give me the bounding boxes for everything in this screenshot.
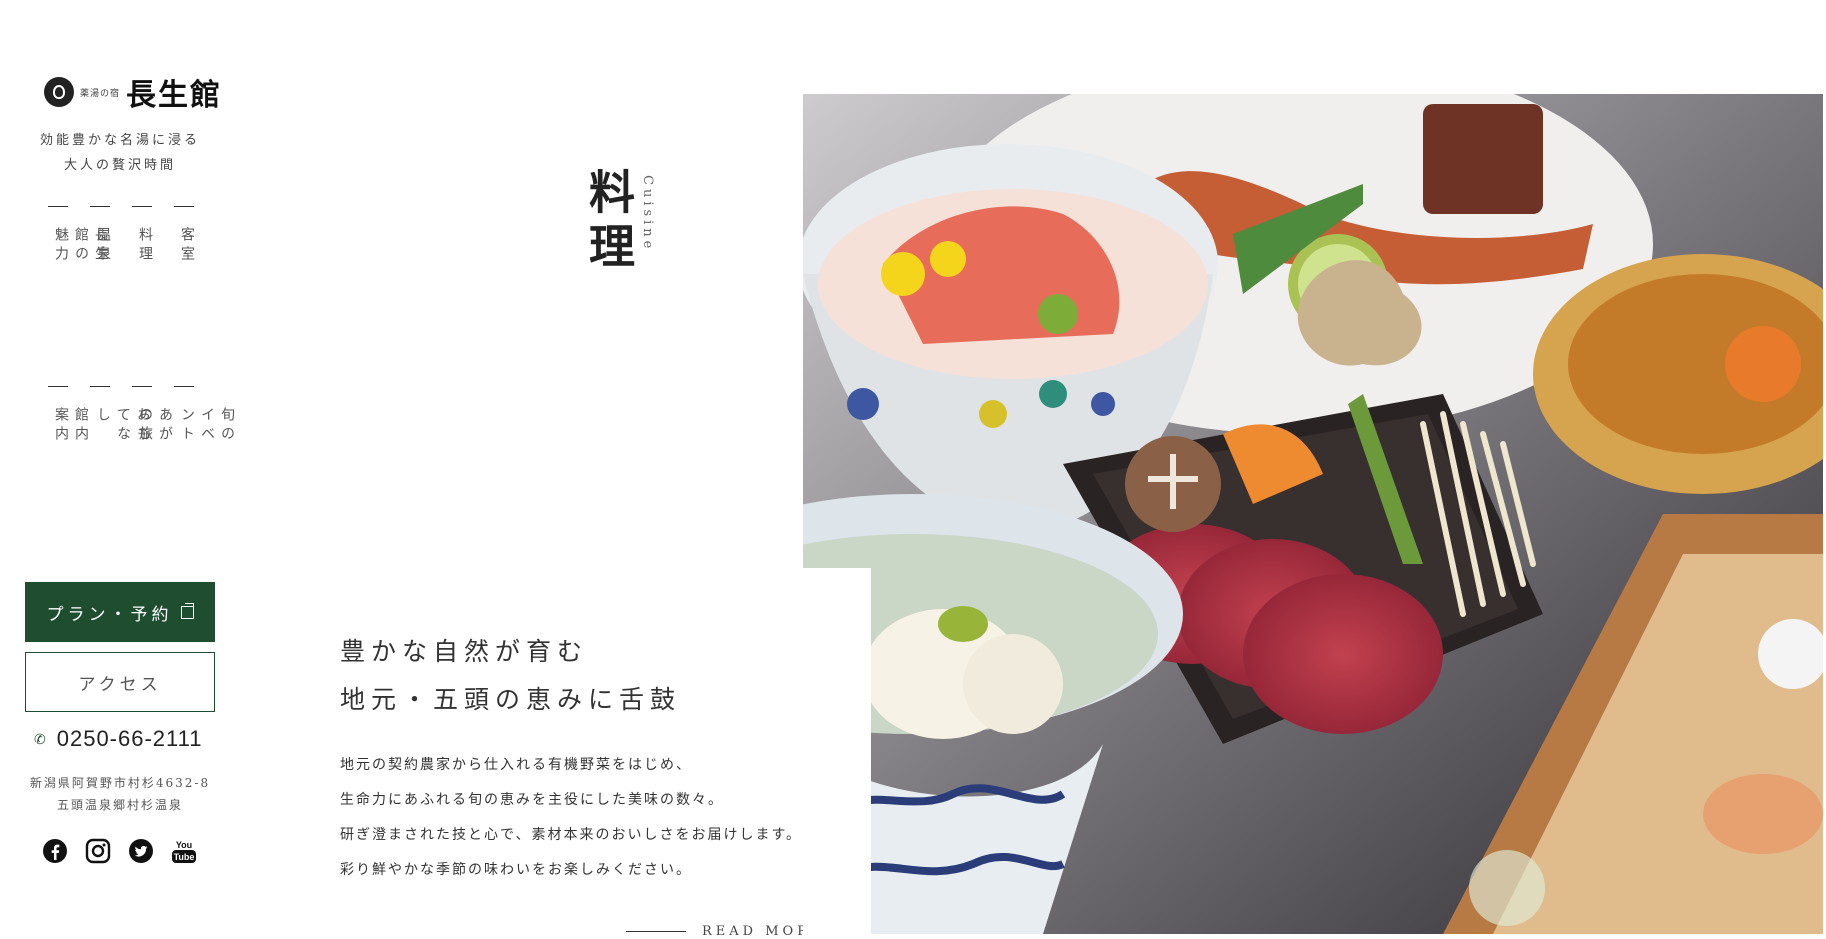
nav-line bbox=[48, 386, 68, 387]
read-more-line bbox=[626, 931, 686, 932]
nav-item-charm[interactable]: 長生館の魅力 bbox=[48, 206, 109, 265]
nav-item-events[interactable]: 旬のイベント bbox=[174, 386, 235, 445]
nav-line bbox=[174, 206, 194, 207]
tagline: 効能豊かな名湯に浸る 大人の贅沢時間 bbox=[0, 128, 240, 178]
photo-cutout bbox=[803, 568, 871, 938]
nav-line bbox=[132, 206, 152, 207]
logo-name: 長生館 bbox=[126, 78, 223, 113]
nav-line bbox=[132, 386, 152, 387]
logo-mark-icon bbox=[44, 77, 74, 107]
nav-line bbox=[90, 206, 110, 207]
nav-item-hospitality[interactable]: おもてなし bbox=[90, 386, 151, 445]
body-line: 地元の契約農家から仕入れる有機野菜をはじめ、 bbox=[340, 757, 692, 773]
tagline-line1: 効能豊かな名湯に浸る bbox=[39, 133, 200, 148]
section-subtitle: Cuisine bbox=[640, 175, 655, 253]
read-more-link[interactable]: READ MORE bbox=[626, 924, 824, 939]
address-line2: 五頭温泉郷村杉温泉 bbox=[56, 798, 183, 812]
nav-line bbox=[174, 386, 194, 387]
plan-reservation-label: プラン・予約 bbox=[46, 604, 173, 625]
catch-line1: 豊かな自然が育む bbox=[340, 637, 589, 666]
nav-label: 旬のイベント bbox=[179, 407, 235, 445]
instagram-icon[interactable] bbox=[85, 838, 111, 864]
plan-reservation-button[interactable]: プラン・予約 bbox=[25, 582, 215, 642]
address-line1: 新潟県阿賀野市村杉4632-8 bbox=[29, 776, 211, 790]
nav-label: 料理 bbox=[137, 227, 153, 265]
twitter-icon[interactable] bbox=[128, 838, 154, 864]
nav-line bbox=[48, 206, 68, 207]
phone-number: 0250-66-2111 bbox=[56, 726, 203, 751]
section-body: 地元の契約農家から仕入れる有機野菜をはじめ、 生命力にあふれる旬の恵みを主役にし… bbox=[340, 748, 802, 888]
facebook-icon[interactable] bbox=[42, 838, 68, 864]
nav-label: 客室 bbox=[179, 227, 195, 265]
phone-icon: ✆ bbox=[34, 730, 47, 747]
nav-item-cuisine[interactable]: 料理 bbox=[132, 206, 154, 265]
main-nav-row2: 館内案内 おもてなし あがの旅 旬のイベント bbox=[48, 386, 235, 445]
body-line: 彩り鮮やかな季節の味わいをお楽しみください。 bbox=[340, 862, 692, 878]
external-link-icon bbox=[180, 602, 194, 619]
nav-label: 館内案内 bbox=[53, 407, 89, 445]
nav-label: 温泉 bbox=[95, 227, 111, 265]
nav-label: あがの旅 bbox=[137, 407, 173, 445]
svg-text:Tube: Tube bbox=[174, 852, 195, 862]
body-line: 研ぎ澄まされた技と心で、素材本来のおいしさをお届けします。 bbox=[340, 827, 803, 843]
nav-item-facilities[interactable]: 館内案内 bbox=[48, 386, 89, 445]
nav-item-rooms[interactable]: 客室 bbox=[174, 206, 196, 265]
sidebar: 薬湯の宿 長生館 効能豊かな名湯に浸る 大人の贅沢時間 長生館の魅力 温泉 料理… bbox=[0, 0, 240, 938]
logo-small-text: 薬湯の宿 bbox=[80, 88, 121, 99]
nav-item-agano-trip[interactable]: あがの旅 bbox=[132, 386, 173, 445]
scroll-circle-button[interactable] bbox=[1469, 850, 1545, 926]
tagline-line2: 大人の贅沢時間 bbox=[63, 158, 176, 173]
social-links: You Tube bbox=[42, 838, 197, 864]
catch-line2: 地元・五頭の恵みに舌鼓 bbox=[340, 685, 682, 714]
nav-line bbox=[90, 386, 110, 387]
logo[interactable]: 薬湯の宿 長生館 bbox=[44, 70, 222, 114]
main-nav-row1: 長生館の魅力 温泉 料理 客室 bbox=[48, 206, 196, 265]
nav-item-onsen[interactable]: 温泉 bbox=[90, 206, 112, 265]
body-line: 生命力にあふれる旬の恵みを主役にした美味の数々。 bbox=[340, 792, 724, 808]
catch-copy: 豊かな自然が育む 地元・五頭の恵みに舌鼓 bbox=[340, 628, 681, 724]
svg-text:You: You bbox=[176, 840, 192, 850]
section-title: 料理 bbox=[582, 168, 636, 276]
youtube-icon[interactable]: You Tube bbox=[171, 838, 197, 864]
address: 新潟県阿賀野市村杉4632-8 五頭温泉郷村杉温泉 bbox=[0, 772, 240, 816]
phone-link[interactable]: ✆ 0250-66-2111 bbox=[34, 726, 202, 752]
cuisine-photo bbox=[803, 94, 1823, 934]
access-button[interactable]: アクセス bbox=[25, 652, 215, 712]
